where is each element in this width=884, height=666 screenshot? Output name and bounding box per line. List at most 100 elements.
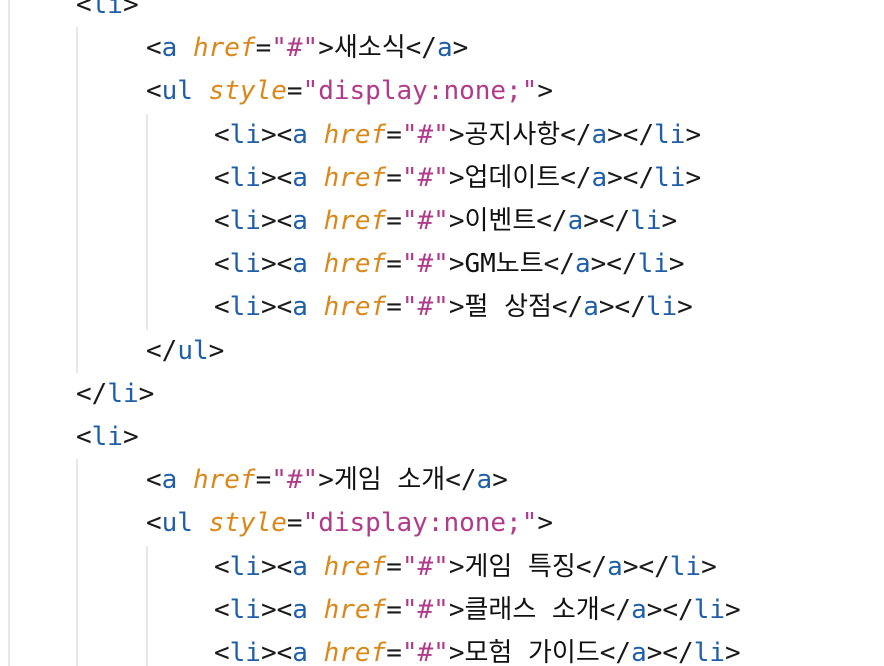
code-line[interactable]: <a href="#">새소식</a> bbox=[146, 27, 468, 70]
token-tag: li bbox=[229, 119, 261, 150]
token-punc: ></ bbox=[622, 551, 670, 582]
token-attr: href bbox=[323, 292, 387, 323]
indent-guide-3 bbox=[146, 545, 148, 666]
token-punc: < bbox=[76, 0, 92, 20]
code-line[interactable]: <li><a href="#">게임 특징</a></li> bbox=[214, 546, 717, 589]
token-punc: < bbox=[214, 594, 230, 625]
token-tag: li bbox=[229, 638, 261, 666]
token-eq: = bbox=[386, 249, 402, 280]
token-tag: li bbox=[630, 206, 662, 236]
token-tag: a bbox=[292, 162, 308, 193]
token-punc: < bbox=[146, 33, 162, 64]
token-eq: = bbox=[286, 508, 303, 539]
token-tag: a bbox=[292, 594, 308, 625]
token-text: 업데이트 bbox=[464, 162, 561, 193]
token-str: "#" bbox=[401, 638, 449, 666]
code-line[interactable]: <li><a href="#">GM노트</a></li> bbox=[214, 243, 685, 286]
token-tag: a bbox=[476, 465, 493, 496]
token-tag: a bbox=[161, 33, 178, 64]
token-punc: ></ bbox=[607, 162, 655, 193]
token-tag: li bbox=[645, 292, 678, 323]
token-punc: > bbox=[448, 594, 465, 625]
token-punc: >< bbox=[260, 594, 293, 625]
token-tag: ul bbox=[177, 335, 209, 366]
token-eq: = bbox=[386, 162, 402, 193]
token-punc: > bbox=[537, 508, 554, 539]
token-punc: > bbox=[677, 292, 693, 323]
token-text: 게임 특징 bbox=[464, 551, 576, 582]
token-tag: li bbox=[91, 422, 123, 452]
token-tag: li bbox=[693, 638, 726, 666]
token-tag: a bbox=[591, 162, 608, 193]
token-punc: >< bbox=[260, 119, 293, 150]
token-tag: li bbox=[229, 292, 261, 323]
token-tag: a bbox=[292, 206, 308, 236]
token-str: "#" bbox=[401, 292, 449, 323]
token-eq: = bbox=[386, 206, 402, 236]
token-tag: a bbox=[591, 119, 608, 150]
token-attr: href bbox=[323, 638, 387, 666]
token-tag: a bbox=[631, 594, 647, 625]
code-line[interactable]: </ul> bbox=[146, 330, 224, 373]
token-punc: ></ bbox=[646, 638, 694, 666]
token-punc: ></ bbox=[590, 249, 638, 280]
token-eq: = bbox=[386, 638, 402, 666]
token-punc: < bbox=[146, 76, 162, 107]
token-punc: ></ bbox=[583, 206, 631, 236]
code-line[interactable]: <ul style="display:none;"> bbox=[146, 70, 553, 113]
indent-guide-3 bbox=[146, 113, 148, 330]
code-line[interactable]: <li><a href="#">업데이트</a></li> bbox=[214, 157, 701, 200]
token-punc: </ bbox=[146, 335, 178, 366]
code-line[interactable]: <li><a href="#">모험 가이드</a></li> bbox=[214, 632, 741, 666]
token-text: 펄 상점 bbox=[464, 292, 552, 323]
token-str: "display:none;" bbox=[302, 508, 538, 539]
token-punc: < bbox=[146, 508, 162, 539]
token-eq: = bbox=[255, 33, 272, 64]
code-line[interactable]: </li> bbox=[76, 373, 154, 416]
token-punc: < bbox=[214, 638, 230, 666]
token-punc: < bbox=[214, 162, 230, 193]
code-line[interactable]: <li><a href="#">이벤트</a></li> bbox=[214, 200, 677, 243]
token-punc: > bbox=[448, 551, 465, 582]
code-line[interactable]: <li><a href="#">공지사항</a></li> bbox=[214, 114, 701, 157]
token-punc: >< bbox=[260, 638, 293, 666]
token-punc: </ bbox=[543, 249, 575, 280]
token-tag: li bbox=[229, 551, 261, 582]
token-punc: </ bbox=[575, 551, 608, 582]
token-punc: > bbox=[492, 465, 508, 496]
token-punc: </ bbox=[445, 465, 477, 496]
token-eq: = bbox=[255, 465, 272, 496]
token-tag: li bbox=[107, 378, 139, 409]
token-punc: > bbox=[448, 206, 465, 236]
code-line[interactable]: <a href="#">게임 소개</a> bbox=[146, 459, 508, 502]
token-punc: > bbox=[138, 378, 155, 409]
token-tag: a bbox=[292, 249, 308, 280]
code-line[interactable]: <li> bbox=[76, 416, 139, 459]
token-punc: </ bbox=[76, 378, 108, 409]
token-punc: > bbox=[318, 465, 334, 496]
token-text: 게임 소개 bbox=[333, 465, 446, 496]
token-str: "#" bbox=[401, 162, 449, 193]
code-line[interactable]: <li><a href="#">펄 상점</a></li> bbox=[214, 286, 693, 329]
indent-guide-2 bbox=[76, 27, 78, 373]
token-tag: li bbox=[229, 594, 261, 625]
token-str: "#" bbox=[401, 594, 449, 625]
token-punc: </ bbox=[599, 594, 632, 625]
token-punc: < bbox=[214, 249, 230, 280]
code-line[interactable]: <li> bbox=[76, 0, 139, 27]
token-str: "#" bbox=[271, 33, 319, 64]
code-line[interactable]: <ul style="display:none;"> bbox=[146, 502, 553, 545]
token-str: "#" bbox=[401, 551, 449, 582]
token-punc: </ bbox=[551, 292, 584, 323]
token-text: 클래스 소개 bbox=[464, 594, 600, 625]
token-tag: li bbox=[654, 119, 686, 150]
token-tag: ul bbox=[161, 508, 193, 539]
code-editor[interactable]: <li> <a href="#">새소식</a> <ul style="displa… bbox=[0, 0, 884, 666]
code-line[interactable]: <li><a href="#">클래스 소개</a></li> bbox=[214, 589, 741, 632]
token-punc: </ bbox=[536, 206, 568, 236]
